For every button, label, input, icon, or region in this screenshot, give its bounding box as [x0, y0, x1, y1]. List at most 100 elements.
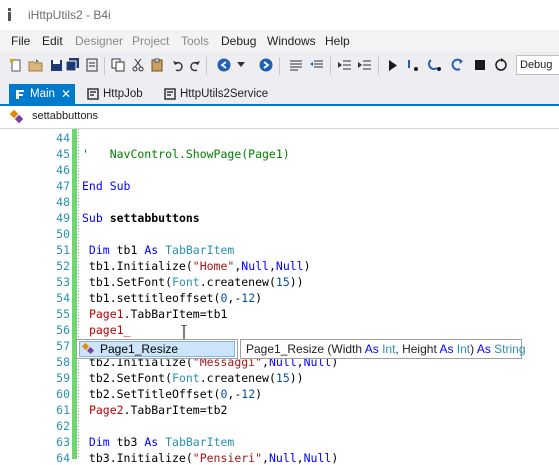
- code-line[interactable]: Dim tb3 As TabBarItem: [82, 435, 234, 449]
- tab-main[interactable]: Main ✕: [9, 84, 75, 104]
- event-sub-icon: [82, 343, 95, 355]
- code-token: Dim: [82, 435, 117, 449]
- code-token: TabBarItem: [165, 243, 235, 257]
- paste-icon[interactable]: [149, 57, 165, 73]
- code-token: tb3.Initialize(: [82, 451, 193, 465]
- save-all-icon[interactable]: [65, 57, 81, 73]
- code-token: Font: [172, 275, 200, 289]
- module-icon: [16, 90, 24, 99]
- code-line[interactable]: tb3.Initialize("Pensieri",Null,Null): [82, 451, 338, 465]
- toolbar-separator: [104, 57, 105, 75]
- code-line[interactable]: Page1.TabBarItem=tb1: [82, 307, 227, 321]
- menu-debug[interactable]: Debug: [221, 34, 256, 48]
- menu-bar: File Edit Designer Project Tools Debug W…: [0, 30, 559, 52]
- menu-project[interactable]: Project: [132, 34, 169, 48]
- code-line[interactable]: tb2.SetTitleOffset(0,-12): [82, 387, 262, 401]
- code-line[interactable]: ' NavControl.ShowPage(Page1): [82, 147, 290, 161]
- navigate-back-icon[interactable]: [216, 57, 232, 73]
- line-number: 50: [56, 227, 70, 241]
- code-token: ): [303, 259, 311, 273]
- code-line[interactable]: page1_: [82, 323, 131, 337]
- step-into-icon[interactable]: [427, 57, 443, 73]
- window-title: iHttpUtils2 - B4i: [28, 8, 111, 22]
- line-number: 54: [56, 291, 70, 305]
- code-line[interactable]: tb1.settitleoffset(0,-12): [82, 291, 262, 305]
- navigate-dropdown-icon[interactable]: [233, 57, 249, 73]
- code-token: 15: [275, 275, 290, 289]
- change-indicator-bar: [72, 129, 77, 459]
- code-line[interactable]: Page2.TabBarItem=tb2: [82, 403, 227, 417]
- line-number: 45: [56, 147, 70, 161]
- tab-httputils2service[interactable]: HttpUtils2Service: [159, 84, 268, 104]
- copy-icon[interactable]: [110, 57, 126, 73]
- code-token: "Home": [192, 259, 235, 273]
- tab-label: HttpUtils2Service: [180, 88, 269, 100]
- restart-icon[interactable]: [493, 57, 509, 73]
- code-token: .TabBarItem=tb1: [123, 307, 228, 321]
- build-icon[interactable]: [84, 57, 100, 73]
- autocomplete-list[interactable]: Page1_Resize: [76, 339, 238, 359]
- toolbar-separator: [206, 57, 207, 75]
- menu-edit[interactable]: Edit: [42, 34, 63, 48]
- code-token: Sub: [82, 211, 110, 225]
- toolbar-separator: [330, 57, 331, 75]
- code-editor[interactable]: 44 45 ' NavControl.ShowPage(Page1) 46 47 End …: [0, 129, 559, 465]
- code-token: Dim: [82, 243, 117, 257]
- member-navigation-bar[interactable]: settabbuttons: [0, 106, 559, 129]
- code-line[interactable]: tb1.Initialize("Home",Null,Null): [82, 259, 311, 273]
- code-line[interactable]: tb1.SetFont(Font.createnew(15)): [82, 275, 304, 289]
- code-token: ): [331, 451, 339, 465]
- code-token: tb1.SetFont(: [82, 275, 173, 289]
- code-token: .createnew(: [199, 275, 276, 289]
- autocomplete-item[interactable]: Page1_Resize: [79, 341, 235, 357]
- new-file-icon[interactable]: [8, 57, 24, 73]
- indent-icon[interactable]: [356, 57, 372, 73]
- menu-tools[interactable]: Tools: [181, 34, 209, 48]
- code-token: ,-: [227, 387, 242, 401]
- code-token: 15: [275, 371, 290, 385]
- stop-icon[interactable]: [472, 57, 488, 73]
- code-line[interactable]: Sub settabbuttons: [82, 211, 200, 225]
- menu-file[interactable]: File: [11, 34, 30, 48]
- code-token: Page2: [88, 403, 124, 417]
- toolbar-separator: [279, 57, 280, 75]
- code-line[interactable]: tb2.SetFont(Font.createnew(15)): [82, 371, 304, 385]
- undo-icon[interactable]: [170, 57, 186, 73]
- document-tab-bar: Main ✕ HttpJob HttpUtils2Service: [0, 80, 559, 106]
- step-over-icon[interactable]: [405, 57, 421, 73]
- menu-help[interactable]: Help: [325, 34, 350, 48]
- code-token: ,-: [227, 291, 242, 305]
- navigate-forward-icon[interactable]: [258, 57, 274, 73]
- close-icon[interactable]: ✕: [61, 87, 71, 101]
- run-icon[interactable]: [385, 57, 401, 73]
- line-number: 62: [56, 419, 70, 433]
- open-folder-icon[interactable]: [28, 57, 44, 73]
- step-out-icon[interactable]: [449, 57, 465, 73]
- code-token: Font: [172, 371, 200, 385]
- build-configuration-dropdown[interactable]: Debug: [516, 55, 559, 75]
- tab-httpjob[interactable]: HttpJob: [82, 84, 143, 104]
- save-icon[interactable]: [48, 57, 64, 73]
- code-token: As: [144, 435, 166, 449]
- menu-windows[interactable]: Windows: [267, 34, 316, 48]
- code-line[interactable]: Dim tb1 As TabBarItem: [82, 243, 234, 257]
- cut-icon[interactable]: [130, 57, 146, 73]
- line-number: 58: [56, 355, 70, 369]
- outdent-icon[interactable]: [336, 57, 352, 73]
- code-token: TabBarItem: [165, 435, 235, 449]
- code-token: tb2.SetFont(: [82, 371, 173, 385]
- sub-member-icon: [10, 110, 24, 124]
- redo-icon[interactable]: [186, 57, 202, 73]
- code-line[interactable]: End Sub: [82, 179, 130, 193]
- line-number: 48: [56, 195, 70, 209]
- code-token: ,: [296, 451, 304, 465]
- autocomplete-item-label: Page1_Resize: [100, 342, 179, 356]
- comment-block-icon[interactable]: [288, 57, 304, 73]
- line-number: 49: [56, 211, 70, 225]
- uncomment-block-icon[interactable]: [309, 57, 325, 73]
- menu-designer[interactable]: Designer: [75, 34, 123, 48]
- code-token: .createnew(: [199, 371, 276, 385]
